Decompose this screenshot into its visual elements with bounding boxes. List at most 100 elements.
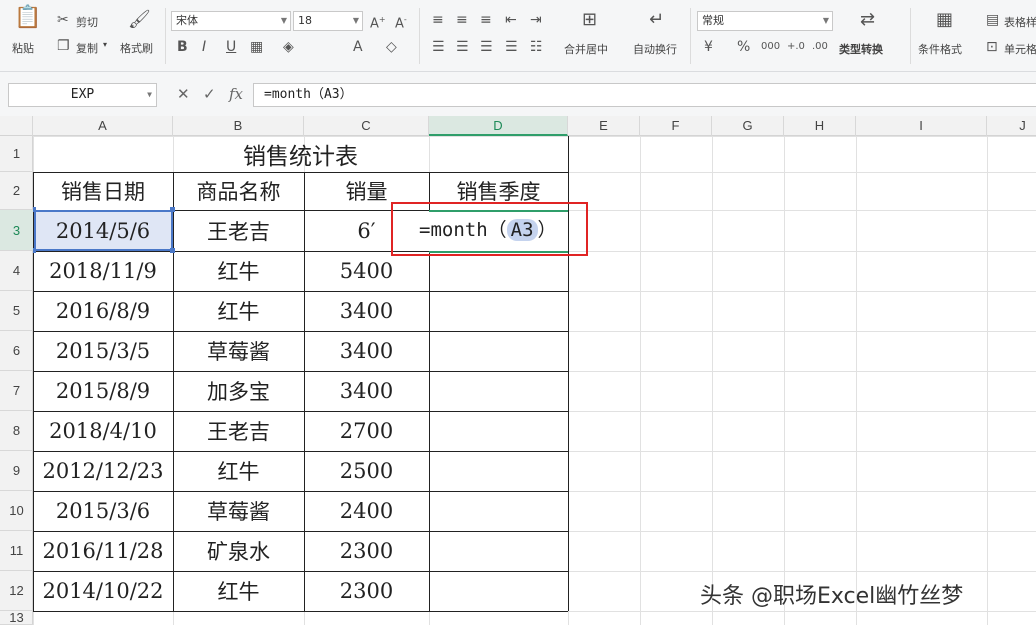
cut-button[interactable]: 剪切 [76, 14, 98, 30]
cell-grid[interactable]: 销售统计表 销售日期 商品名称 销量 销售季度 2014/5/6 王老吉 6′ 201… [33, 136, 1036, 625]
increase-font-icon[interactable]: A+ [370, 12, 386, 32]
align-right-icon[interactable]: ☰ [480, 39, 493, 55]
data-cell-sales[interactable]: 2400 [304, 491, 429, 531]
underline-icon[interactable]: U [226, 39, 236, 55]
scissors-icon[interactable]: ✂ [57, 12, 69, 28]
row-header-7[interactable]: 7 [0, 371, 33, 411]
merge-center-icon[interactable]: ⊞ [582, 11, 597, 29]
copy-dropdown-icon[interactable]: ▾ [103, 40, 107, 49]
data-cell-date[interactable]: 2015/3/6 [33, 491, 173, 531]
data-cell-product[interactable]: 加多宝 [173, 371, 304, 411]
function-icon[interactable]: fx [229, 85, 243, 103]
data-cell-sales[interactable]: 2300 [304, 531, 429, 571]
decrease-font-icon[interactable]: A- [395, 12, 407, 32]
cell-button[interactable]: 单元格 [1004, 41, 1036, 57]
data-cell-product[interactable]: 王老吉 [173, 210, 304, 251]
data-cell-date[interactable]: 2014/5/6 [33, 210, 173, 251]
type-convert-icon[interactable]: ⇄ [860, 11, 875, 29]
merge-center-button[interactable]: 合并居中 [564, 41, 608, 57]
row-header-12[interactable]: 12 [0, 571, 33, 611]
align-center-icon[interactable]: ☰ [456, 39, 469, 55]
header-cell-product[interactable]: 商品名称 [173, 172, 304, 210]
data-cell-date[interactable]: 2018/11/9 [33, 251, 173, 291]
column-header-h[interactable]: H [784, 116, 856, 136]
column-header-b[interactable]: B [173, 116, 304, 136]
paste-label[interactable]: 粘贴 [12, 40, 34, 56]
align-left-icon[interactable]: ☰ [432, 39, 445, 55]
column-header-c[interactable]: C [304, 116, 429, 136]
decrease-decimal-icon[interactable]: .00 [812, 39, 828, 55]
formula-input[interactable]: =month（A3） [253, 83, 1036, 107]
row-header-5[interactable]: 5 [0, 291, 33, 331]
currency-icon[interactable]: ¥ [704, 39, 713, 55]
align-bottom-icon[interactable]: ≡ [480, 12, 492, 28]
row-header-8[interactable]: 8 [0, 411, 33, 451]
header-cell-date[interactable]: 销售日期 [33, 172, 173, 210]
format-painter-icon[interactable]: 🖌 [128, 11, 151, 29]
confirm-icon[interactable]: ✓ [203, 85, 216, 103]
data-cell-date[interactable]: 2016/11/28 [33, 531, 173, 571]
data-cell-date[interactable]: 2018/4/10 [33, 411, 173, 451]
sheet-title-cell[interactable]: 销售统计表 [33, 136, 568, 172]
align-middle-icon[interactable]: ≡ [456, 12, 468, 28]
table-style-icon[interactable]: ▤ [986, 12, 999, 28]
wrap-text-button[interactable]: 自动换行 [633, 41, 677, 57]
data-cell-product[interactable]: 王老吉 [173, 411, 304, 451]
indent-decrease-icon[interactable]: ⇤ [505, 12, 517, 28]
row-header-9[interactable]: 9 [0, 451, 33, 491]
cancel-icon[interactable]: ✕ [177, 85, 190, 103]
column-header-e[interactable]: E [568, 116, 640, 136]
data-cell-date[interactable]: 2012/12/23 [33, 451, 173, 491]
data-cell-product[interactable]: 红牛 [173, 251, 304, 291]
border-icon[interactable]: ▦ [250, 39, 263, 55]
data-cell-sales[interactable]: 3400 [304, 291, 429, 331]
data-cell-product[interactable]: 红牛 [173, 291, 304, 331]
data-cell-product[interactable]: 红牛 [173, 451, 304, 491]
name-box[interactable]: EXP ▼ [8, 83, 157, 107]
data-cell-product[interactable]: 草莓酱 [173, 491, 304, 531]
cell-icon[interactable]: ⊡ [986, 39, 998, 55]
data-cell-sales[interactable]: 3400 [304, 371, 429, 411]
column-header-a[interactable]: A [33, 116, 173, 136]
row-header-6[interactable]: 6 [0, 331, 33, 371]
increase-decimal-icon[interactable]: +.0 [787, 39, 805, 55]
percent-icon[interactable]: % [737, 39, 750, 55]
column-header-g[interactable]: G [712, 116, 784, 136]
chevron-down-icon[interactable]: ▼ [147, 84, 152, 106]
column-header-j[interactable]: J [987, 116, 1036, 136]
data-cell-date[interactable]: 2015/3/5 [33, 331, 173, 371]
number-format-select[interactable]: 常规 ▼ [697, 11, 833, 31]
select-all-corner[interactable] [0, 116, 33, 136]
copy-button[interactable]: 复制 [76, 40, 98, 56]
data-cell-sales[interactable]: 2300 [304, 571, 429, 611]
paste-icon[interactable]: 📋 [14, 7, 41, 34]
type-convert-button[interactable]: 类型转换 [839, 41, 883, 57]
row-header-11[interactable]: 11 [0, 531, 33, 571]
row-header-1[interactable]: 1 [0, 136, 33, 172]
data-cell-sales[interactable]: 3400 [304, 331, 429, 371]
thousands-icon[interactable]: 000 [761, 39, 780, 55]
data-cell-date[interactable]: 2014/10/22 [33, 571, 173, 611]
data-cell-product[interactable]: 草莓酱 [173, 331, 304, 371]
font-size-select[interactable]: 18 ▼ [293, 11, 363, 31]
column-header-i[interactable]: I [856, 116, 987, 136]
row-header-13[interactable]: 13 [0, 611, 33, 625]
data-cell-product[interactable]: 矿泉水 [173, 531, 304, 571]
align-top-icon[interactable]: ≡ [432, 12, 444, 28]
data-cell-product[interactable]: 红牛 [173, 571, 304, 611]
format-painter-button[interactable]: 格式刷 [120, 40, 153, 56]
row-header-10[interactable]: 10 [0, 491, 33, 531]
distributed-icon[interactable]: ☷ [530, 39, 543, 55]
font-color-icon[interactable]: A [353, 39, 363, 55]
column-header-d[interactable]: D [429, 116, 568, 136]
data-cell-sales[interactable]: 2700 [304, 411, 429, 451]
copy-icon[interactable]: ❐ [57, 38, 70, 54]
justify-icon[interactable]: ☰ [505, 39, 518, 55]
column-header-f[interactable]: F [640, 116, 712, 136]
data-cell-date[interactable]: 2016/8/9 [33, 291, 173, 331]
data-cell-date[interactable]: 2015/8/9 [33, 371, 173, 411]
table-style-button[interactable]: 表格样 [1004, 14, 1036, 30]
clear-format-icon[interactable]: ◇ [386, 39, 397, 55]
wrap-text-icon[interactable]: ↵ [649, 11, 664, 29]
indent-increase-icon[interactable]: ⇥ [530, 12, 542, 28]
